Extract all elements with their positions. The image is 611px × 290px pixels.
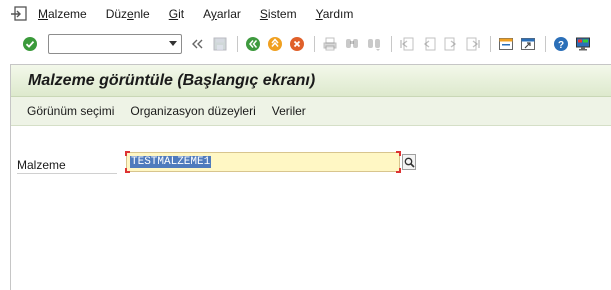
selection-form: Malzeme TESTMALZEME1 [11,126,611,266]
menu-bar: Malzeme Düzenle Git Ayarlar Sistem Yardı… [0,0,611,28]
menu-malzeme[interactable]: Malzeme [38,7,87,21]
next-page-icon[interactable] [441,34,461,54]
command-input[interactable] [49,35,159,53]
label-underline [17,173,117,174]
print-icon[interactable] [320,34,340,54]
first-page-icon[interactable] [397,34,417,54]
cancel-icon[interactable] [287,34,307,54]
menu-mnemonic: Y [315,7,323,21]
menu-duzenle[interactable]: Düzenle [106,7,150,21]
menu-yardim[interactable]: Yardım [316,7,354,21]
back-icon[interactable] [243,34,263,54]
system-toolbar: ? [0,30,611,58]
exit-icon[interactable] [265,34,285,54]
menu-mnemonic: e [127,7,134,21]
application-toolbar: Görünüm seçimi Organizasyon düzeyleri Ve… [11,97,611,126]
menu-mnemonic: G [168,7,179,21]
focus-corner [396,151,401,156]
toolbar-separator [545,36,546,52]
focus-corner [396,168,401,173]
menu-sistem[interactable]: Sistem [260,7,297,21]
menu-mnemonic: M [38,7,48,21]
last-page-icon[interactable] [463,34,483,54]
menu-ayarlar[interactable]: Ayarlar [203,7,241,21]
material-label: Malzeme [17,158,66,172]
help-icon[interactable]: ? [551,34,571,54]
data-button[interactable]: Veriler [272,104,306,118]
toolbar-separator [314,36,315,52]
svg-text:?: ? [558,40,564,51]
command-field[interactable] [48,34,182,54]
double-left-arrow-icon[interactable] [188,34,208,54]
material-field[interactable]: TESTMALZEME1 [125,151,401,173]
focus-corner [125,168,130,173]
chevron-down-icon[interactable] [169,41,177,46]
toolbar-separator [490,36,491,52]
page-title: Malzeme görüntüle (Başlangıç ekranı) [28,71,316,89]
view-selection-button[interactable]: Görünüm seçimi [27,104,114,118]
focus-corner [125,151,130,156]
customize-layout-icon[interactable] [573,34,593,54]
org-levels-button[interactable]: Organizasyon düzeyleri [130,104,255,118]
find-next-icon[interactable] [364,34,384,54]
screen-area: Malzeme görüntüle (Başlangıç ekranı) Gör… [10,64,611,290]
exit-menu-icon[interactable] [8,4,30,24]
material-input[interactable] [127,153,399,171]
previous-page-icon[interactable] [419,34,439,54]
find-icon[interactable] [342,34,362,54]
menu-mnemonic: y [210,7,217,21]
create-session-icon[interactable] [496,34,516,54]
menu-mnemonic: S [259,7,268,21]
enter-check-icon[interactable] [20,34,40,54]
toolbar-separator [237,36,238,52]
toolbar-separator [391,36,392,52]
menu-git[interactable]: Git [169,7,184,21]
title-bar: Malzeme görüntüle (Başlangıç ekranı) [11,65,611,97]
save-icon[interactable] [210,34,230,54]
search-help-icon[interactable] [402,154,416,170]
shortcut-icon[interactable] [518,34,538,54]
